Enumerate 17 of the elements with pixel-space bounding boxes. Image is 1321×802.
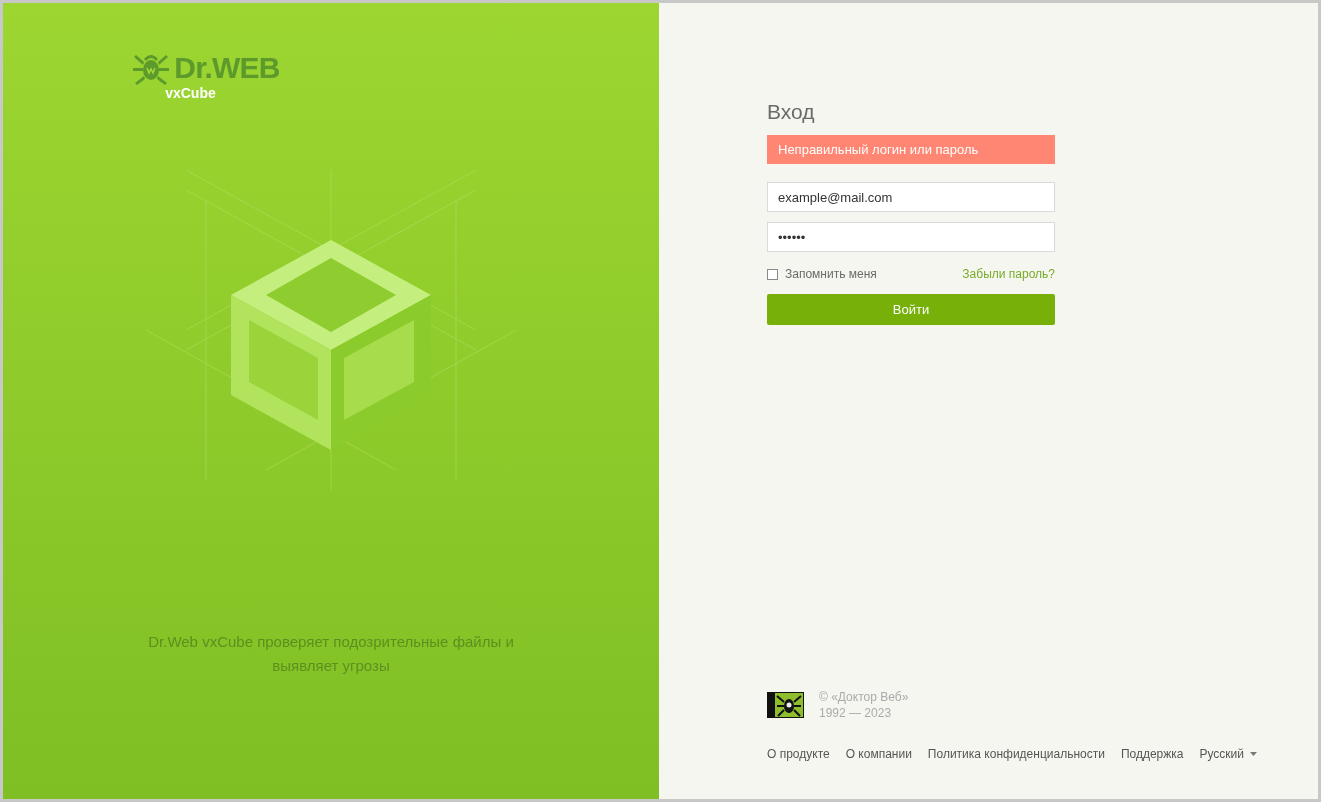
email-field[interactable]: example@mail.com [767, 182, 1055, 212]
footer-link[interactable]: Поддержка [1120, 745, 1184, 763]
caret-icon [1250, 752, 1258, 756]
product-name: vxCube [165, 86, 216, 100]
login-title: Вход [767, 99, 816, 125]
footer-link[interactable]: О компании [845, 745, 912, 763]
remember-checkbox[interactable] [767, 268, 778, 280]
password-field[interactable]: •••••• [767, 222, 1055, 252]
remember-label: Запомнить меня [785, 266, 877, 283]
logo-text: Dr.WEB [174, 53, 280, 83]
copyright-text: © «Доктор Веб» [819, 689, 909, 705]
language-selector[interactable]: Русский [1199, 745, 1258, 763]
logo-icon [767, 692, 804, 718]
footer-link[interactable]: Политика конфиденциальности [927, 745, 1105, 763]
footer-link[interactable]: О продукте [767, 745, 830, 763]
copyright-years: 1992 — 2023 [819, 705, 893, 721]
error-message: Неправильный логин или пароль [767, 135, 1055, 164]
